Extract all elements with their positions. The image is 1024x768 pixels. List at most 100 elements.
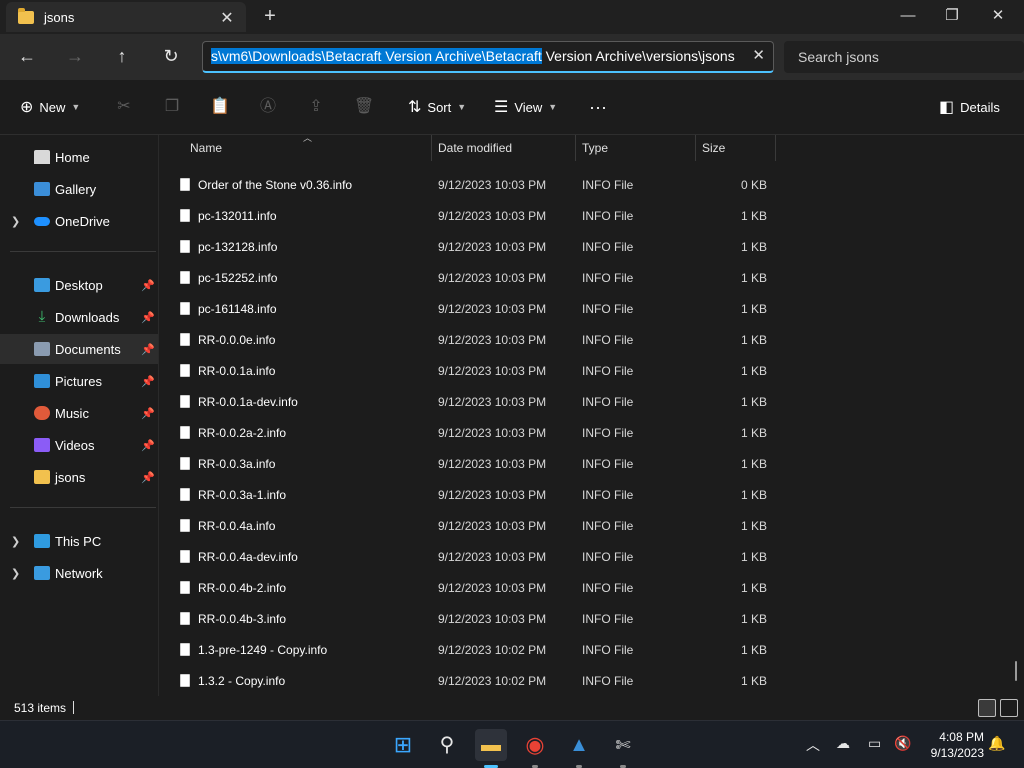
file-type: INFO File xyxy=(582,612,634,626)
back-button[interactable]: ← xyxy=(13,44,41,68)
view-icon: ☰ xyxy=(494,99,509,116)
table-row[interactable]: RR-0.0.4b-2.info 9/12/2023 10:03 PM INFO F… xyxy=(177,572,777,603)
minimize-button[interactable]: — xyxy=(888,4,928,28)
start-icon[interactable]: ⊞ xyxy=(387,729,419,761)
file-size: 1 KB xyxy=(740,550,767,564)
table-row[interactable]: RR-0.0.4b-3.info 9/12/2023 10:03 PM INFO F… xyxy=(177,603,777,634)
sidebar-item-this-pc[interactable]: ❯ This PC xyxy=(0,526,158,556)
paste-icon[interactable]: 📋 xyxy=(209,96,231,118)
sidebar-item-network[interactable]: ❯ Network xyxy=(0,558,158,588)
command-bar: ⊕ New ▼ ✂ ❐ 📋 Ⓐ ⇪ 🗑 ⇅ Sort ▼ ☰ View ▼ ··… xyxy=(0,80,1024,135)
tab-jsons[interactable]: jsons ✕ xyxy=(6,2,246,32)
cut-icon[interactable]: ✂ xyxy=(113,96,135,118)
navigation-bar: ← → ↑ ↻ s\vm6\Downloads\Betacraft Versio… xyxy=(0,34,1024,80)
search-input[interactable]: Search jsons xyxy=(784,41,1024,73)
column-header-date-modified[interactable]: Date modified xyxy=(438,135,512,161)
vertical-scrollbar[interactable] xyxy=(1015,661,1017,681)
file-icon xyxy=(180,550,190,563)
forward-button[interactable]: → xyxy=(61,44,89,68)
details-view-button[interactable] xyxy=(978,699,996,717)
sidebar-item-jsons[interactable]: jsons 📌 xyxy=(0,462,158,492)
onedrive-tray-icon[interactable]: ☁ xyxy=(836,735,850,752)
table-row[interactable]: 1.3-pre-1249 - Copy.info 9/12/2023 10:02 … xyxy=(177,634,777,665)
file-date-modified: 9/12/2023 10:03 PM xyxy=(438,550,547,564)
sidebar-item-pictures[interactable]: Pictures 📌 xyxy=(0,366,158,396)
up-button[interactable]: ↑ xyxy=(108,44,136,68)
view-button[interactable]: ☰ View ▼ xyxy=(494,96,557,118)
network-tray-icon[interactable]: ▭ xyxy=(868,735,881,752)
sidebar-item-onedrive[interactable]: ❯ OneDrive xyxy=(0,206,158,236)
share-icon[interactable]: ⇪ xyxy=(305,96,327,118)
sidebar-item-documents[interactable]: Documents 📌 xyxy=(0,334,158,364)
copy-icon[interactable]: ❐ xyxy=(161,96,183,118)
pin-icon: 📌 xyxy=(141,343,155,356)
sidebar-item-desktop[interactable]: Desktop 📌 xyxy=(0,270,158,300)
table-row[interactable]: pc-132128.info 9/12/2023 10:03 PM INFO Fil… xyxy=(177,231,777,262)
sidebar-item-gallery[interactable]: Gallery xyxy=(0,174,158,204)
column-header-type[interactable]: Type xyxy=(582,135,608,161)
table-row[interactable]: RR-0.0.1a.info 9/12/2023 10:03 PM INFO Fil… xyxy=(177,355,777,386)
sidebar-item-downloads[interactable]: ⤓ Downloads 📌 xyxy=(0,302,158,332)
sort-button[interactable]: ⇅ Sort ▼ xyxy=(408,96,466,118)
file-type: INFO File xyxy=(582,271,634,285)
table-row[interactable]: 1.3.2 - Copy.info 9/12/2023 10:02 PM INFO … xyxy=(177,665,777,696)
file-date-modified: 9/12/2023 10:03 PM xyxy=(438,364,547,378)
chevron-right-icon[interactable]: ❯ xyxy=(11,567,20,580)
address-bar-input[interactable]: s\vm6\Downloads\Betacraft Version Archiv… xyxy=(202,41,774,73)
table-row[interactable]: pc-161148.info 9/12/2023 10:03 PM INFO Fil… xyxy=(177,293,777,324)
sort-ascending-icon: ︿ xyxy=(303,135,313,143)
column-divider[interactable] xyxy=(575,135,576,161)
system-clock[interactable]: 4:08 PM 9/13/2023 xyxy=(920,729,984,761)
chevron-right-icon[interactable]: ❯ xyxy=(11,535,20,548)
chevron-right-icon[interactable]: ❯ xyxy=(11,215,20,228)
tab-close-button[interactable]: ✕ xyxy=(218,8,236,28)
column-header-size[interactable]: Size xyxy=(702,135,725,161)
refresh-button[interactable]: ↻ xyxy=(157,44,185,68)
clear-address-button[interactable]: ✕ xyxy=(748,42,765,70)
new-tab-button[interactable]: + xyxy=(258,5,282,28)
table-row[interactable]: RR-0.0.2a-2.info 9/12/2023 10:03 PM INFO F… xyxy=(177,417,777,448)
file-explorer-icon[interactable]: ▬ xyxy=(475,729,507,761)
new-button[interactable]: ⊕ New ▼ xyxy=(20,96,80,118)
column-divider[interactable] xyxy=(775,135,776,161)
file-type: INFO File xyxy=(582,519,634,533)
tiles-view-button[interactable] xyxy=(1000,699,1018,717)
table-row[interactable]: RR-0.0.3a-1.info 9/12/2023 10:03 PM INFO F… xyxy=(177,479,777,510)
file-icon xyxy=(180,488,190,501)
details-button[interactable]: ◧ Details xyxy=(939,96,1000,118)
column-header-name[interactable]: Name xyxy=(190,135,222,161)
rename-icon[interactable]: Ⓐ xyxy=(257,96,279,118)
table-row[interactable]: RR-0.0.4a-dev.info 9/12/2023 10:03 PM INFO… xyxy=(177,541,777,572)
photos-icon[interactable]: ▲ xyxy=(563,729,595,761)
delete-icon[interactable]: 🗑 xyxy=(353,96,375,118)
table-row[interactable]: RR-0.0.4a.info 9/12/2023 10:03 PM INFO Fil… xyxy=(177,510,777,541)
sidebar-item-videos[interactable]: Videos 📌 xyxy=(0,430,158,460)
chrome-icon[interactable]: ◉ xyxy=(519,729,551,761)
table-row[interactable]: RR-0.0.1a-dev.info 9/12/2023 10:03 PM INFO… xyxy=(177,386,777,417)
maximize-button[interactable]: ❐ xyxy=(932,4,972,28)
column-divider[interactable] xyxy=(695,135,696,161)
table-row[interactable]: RR-0.0.0e.info 9/12/2023 10:03 PM INFO Fil… xyxy=(177,324,777,355)
snipping-tool-icon[interactable]: ✄ xyxy=(607,729,639,761)
sidebar-item-music[interactable]: Music 📌 xyxy=(0,398,158,428)
file-date-modified: 9/12/2023 10:03 PM xyxy=(438,209,547,223)
plus-circle-icon: ⊕ xyxy=(20,99,34,116)
file-date-modified: 9/12/2023 10:03 PM xyxy=(438,240,547,254)
videos-icon xyxy=(34,438,50,452)
table-row[interactable]: Order of the Stone v0.36.info 9/12/2023 1… xyxy=(177,169,777,200)
file-size: 1 KB xyxy=(740,364,767,378)
sidebar-item-home[interactable]: Home xyxy=(0,142,158,172)
show-hidden-icons-chevron-up-icon[interactable]: ︿ xyxy=(806,735,820,755)
close-window-button[interactable]: ✕ xyxy=(978,4,1018,28)
table-row[interactable]: pc-152252.info 9/12/2023 10:03 PM INFO Fil… xyxy=(177,262,777,293)
file-type: INFO File xyxy=(582,209,634,223)
file-size: 1 KB xyxy=(740,333,767,347)
table-row[interactable]: pc-132011.info 9/12/2023 10:03 PM INFO Fil… xyxy=(177,200,777,231)
file-date-modified: 9/12/2023 10:03 PM xyxy=(438,395,547,409)
column-divider[interactable] xyxy=(431,135,432,161)
more-options-button[interactable]: ··· xyxy=(589,96,607,118)
table-row[interactable]: RR-0.0.3a.info 9/12/2023 10:03 PM INFO Fil… xyxy=(177,448,777,479)
search-icon[interactable]: ⚲ xyxy=(431,729,463,761)
notification-bell-icon[interactable]: 🔔 xyxy=(988,735,1005,752)
volume-muted-icon[interactable]: 🔇 xyxy=(894,735,911,752)
